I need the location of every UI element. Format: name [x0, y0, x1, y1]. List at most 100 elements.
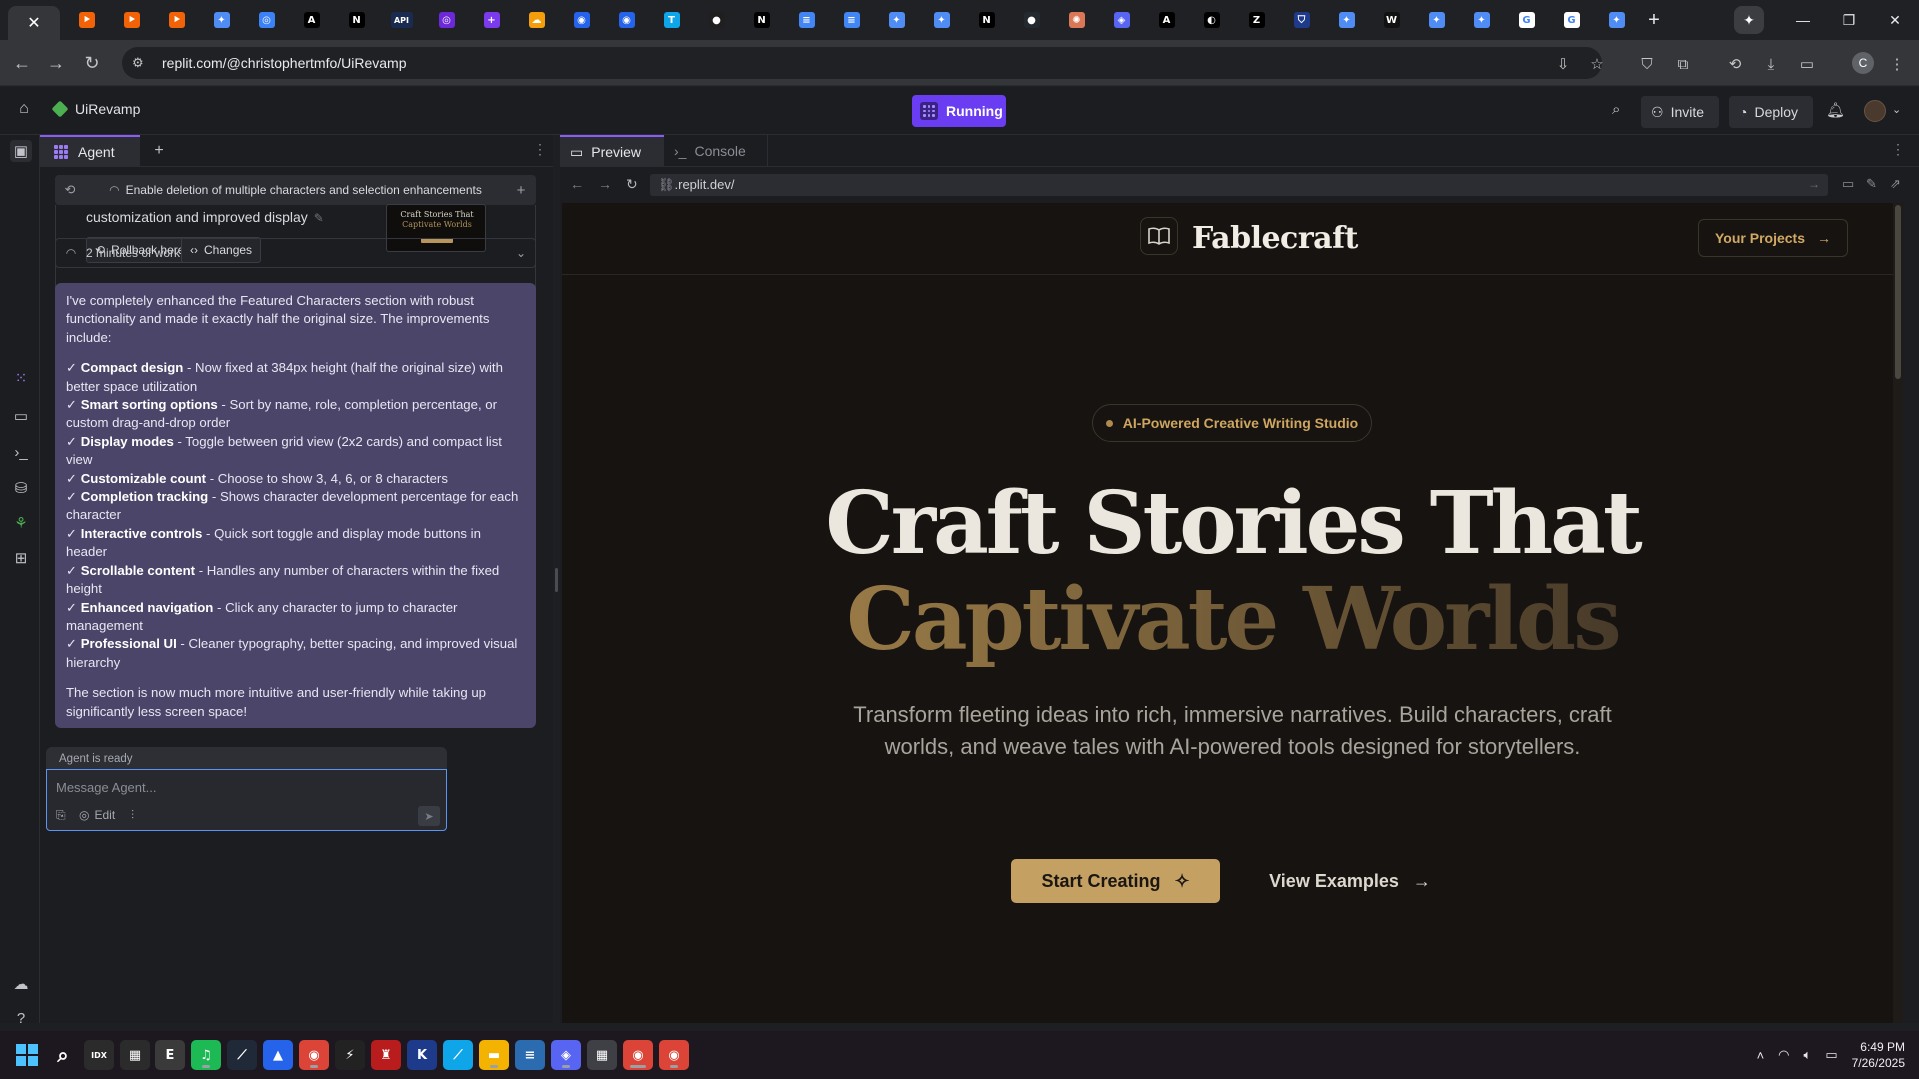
- tab-preview[interactable]: ▭ Preview: [560, 135, 664, 167]
- more-options-icon[interactable]: ⋮: [1891, 141, 1905, 158]
- profile-avatar[interactable]: C: [1852, 52, 1874, 74]
- webview-forward-icon[interactable]: →: [598, 176, 612, 192]
- history-icon[interactable]: ⟲: [1724, 53, 1746, 75]
- browser-tab[interactable]: ◎: [244, 0, 289, 40]
- browser-tab[interactable]: API: [379, 0, 424, 40]
- app-icon[interactable]: ⟋: [227, 1040, 257, 1070]
- reload-button[interactable]: ↻: [78, 49, 106, 77]
- start-creating-button[interactable]: Start Creating ✧: [1011, 859, 1220, 903]
- webview-url-input[interactable]: ⛓.replit.dev/ →: [650, 174, 1828, 196]
- pencil-icon[interactable]: ✎: [314, 211, 324, 225]
- discord-icon[interactable]: ◈: [551, 1040, 581, 1070]
- browser-tab[interactable]: ◎: [424, 0, 469, 40]
- browser-tab[interactable]: ⯈: [64, 0, 109, 40]
- chrome-icon[interactable]: ◉: [659, 1040, 689, 1070]
- battery-icon[interactable]: ▭: [1825, 1047, 1837, 1063]
- browser-tab[interactable]: Z: [1234, 0, 1279, 40]
- console-icon[interactable]: ›_: [10, 441, 32, 463]
- wifi-icon[interactable]: ◠: [1778, 1047, 1789, 1063]
- file-tree-icon[interactable]: ▣: [10, 140, 32, 162]
- pane-resize-handle[interactable]: [555, 568, 558, 592]
- clock[interactable]: 6:49 PM 7/26/2025: [1852, 1039, 1905, 1071]
- device-icon[interactable]: ▭: [1842, 176, 1854, 192]
- bookmark-star-icon[interactable]: ☆: [1586, 53, 1608, 75]
- search-icon[interactable]: ⌕: [48, 1040, 78, 1070]
- browser-tab[interactable]: W: [1369, 0, 1414, 40]
- forward-button[interactable]: →: [42, 49, 70, 77]
- browser-tab[interactable]: G: [1549, 0, 1594, 40]
- browser-tab[interactable]: ✦: [874, 0, 919, 40]
- preview-icon[interactable]: ▭: [10, 405, 32, 427]
- browser-tab[interactable]: ✦: [1324, 0, 1369, 40]
- chrome-icon[interactable]: ◉: [299, 1040, 329, 1070]
- browser-tab[interactable]: A: [289, 0, 334, 40]
- edit-mode-button[interactable]: ◎ Edit: [79, 808, 115, 822]
- app-icon[interactable]: ⚡: [335, 1040, 365, 1070]
- browser-tab[interactable]: N: [334, 0, 379, 40]
- browser-tab[interactable]: ✦: [1594, 0, 1639, 40]
- chevron-down-icon[interactable]: ⌄: [1892, 103, 1901, 116]
- add-tab-button[interactable]: +: [148, 140, 170, 162]
- search-icon[interactable]: ⌕: [1612, 101, 1620, 118]
- chevron-down-icon[interactable]: ⌄: [507, 246, 535, 260]
- chrome-icon[interactable]: ◉: [623, 1040, 653, 1070]
- devtools-icon[interactable]: ✎: [1866, 176, 1877, 192]
- scrollbar-thumb[interactable]: [1895, 205, 1901, 379]
- split-view-icon[interactable]: ▭: [1796, 53, 1818, 75]
- browser-tab[interactable]: A: [1144, 0, 1189, 40]
- browser-tab[interactable]: ◈: [1099, 0, 1144, 40]
- browser-tab[interactable]: ◉: [604, 0, 649, 40]
- app-icon[interactable]: E: [155, 1040, 185, 1070]
- checkpoint-header[interactable]: ⟲ ◠ Enable deletion of multiple character…: [55, 175, 536, 205]
- browser-tab[interactable]: ✦: [1414, 0, 1459, 40]
- browser-tab[interactable]: N: [739, 0, 784, 40]
- browser-tab[interactable]: ✺: [1054, 0, 1099, 40]
- address-bar[interactable]: ⚙ replit.com/@christophertmfo/UiRevamp: [122, 47, 1602, 79]
- app-icon[interactable]: ▦: [120, 1040, 150, 1070]
- start-icon[interactable]: [12, 1040, 42, 1070]
- tab-console[interactable]: ›_ Console: [664, 135, 768, 167]
- download-icon[interactable]: ⤓: [1760, 53, 1782, 75]
- install-app-icon[interactable]: ⇩: [1552, 53, 1574, 75]
- browser-tab[interactable]: T: [649, 0, 694, 40]
- view-examples-button[interactable]: View Examples →: [1260, 859, 1440, 903]
- browser-tab[interactable]: ≡: [829, 0, 874, 40]
- browser-tab[interactable]: G: [1504, 0, 1549, 40]
- close-tab-icon[interactable]: ✕: [27, 13, 40, 33]
- browser-tab[interactable]: ●: [1009, 0, 1054, 40]
- new-tab-button[interactable]: +: [1639, 0, 1669, 40]
- back-button[interactable]: ←: [8, 49, 36, 77]
- deployments-icon[interactable]: ⚘: [10, 512, 32, 534]
- app-icon[interactable]: IDX: [84, 1040, 114, 1070]
- send-button[interactable]: ➤: [418, 806, 440, 826]
- preview-scrollbar[interactable]: [1893, 203, 1903, 1023]
- app-icon[interactable]: K: [407, 1040, 437, 1070]
- shield-extension-icon[interactable]: ⛉: [1636, 53, 1658, 75]
- your-projects-button[interactable]: Your Projects →: [1698, 219, 1848, 257]
- invite-button[interactable]: ⚇ Invite: [1641, 96, 1719, 128]
- history-icon[interactable]: ⟲: [55, 182, 85, 198]
- browser-tab[interactable]: ✦: [199, 0, 244, 40]
- book-icon[interactable]: [1140, 217, 1178, 255]
- tab-search-button[interactable]: ✦: [1734, 6, 1764, 34]
- photos-icon[interactable]: ▲: [263, 1040, 293, 1070]
- browser-tab[interactable]: ≡: [784, 0, 829, 40]
- browser-tab[interactable]: ⯈: [109, 0, 154, 40]
- restore-button[interactable]: ❐: [1826, 0, 1872, 40]
- settings-sliders-icon[interactable]: ⫶: [131, 808, 134, 823]
- active-tab[interactable]: ✕: [8, 6, 60, 40]
- browser-tab[interactable]: +: [469, 0, 514, 40]
- browser-menu-icon[interactable]: ⋮: [1886, 53, 1908, 75]
- open-external-icon[interactable]: ⇗: [1890, 176, 1901, 192]
- spotify-icon[interactable]: ♫: [191, 1040, 221, 1070]
- browser-tab[interactable]: ⛉: [1279, 0, 1324, 40]
- extensions-icon[interactable]: ⧉: [1672, 53, 1694, 75]
- brand-name[interactable]: Fablecraft: [1192, 221, 1358, 256]
- browser-tab[interactable]: ◐: [1189, 0, 1234, 40]
- volume-icon[interactable]: 🔈︎: [1804, 1047, 1812, 1063]
- help-icon[interactable]: ?: [10, 1007, 32, 1029]
- app-icon[interactable]: ⟋: [443, 1040, 473, 1070]
- browser-tab[interactable]: ⯈: [154, 0, 199, 40]
- browser-tab[interactable]: ●: [694, 0, 739, 40]
- browser-tab[interactable]: ✦: [1459, 0, 1504, 40]
